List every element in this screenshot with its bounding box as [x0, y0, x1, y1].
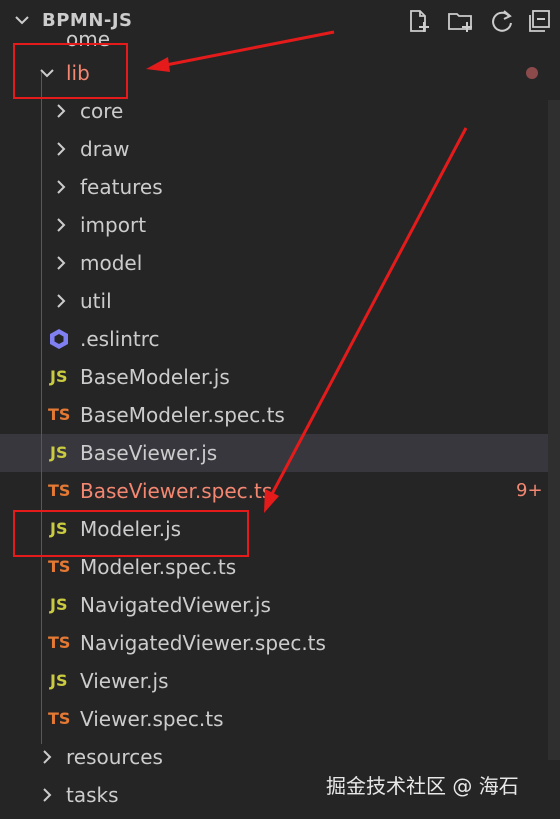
tree-file-baseviewer-spec-ts[interactable]: TS BaseViewer.spec.ts 9+ [0, 472, 560, 510]
tree-file-baseviewer-js[interactable]: JS BaseViewer.js [0, 434, 560, 472]
chevron-right-icon[interactable] [52, 140, 70, 158]
file-tree: ome lib core draw features import model … [0, 27, 560, 819]
tree-folder-util[interactable]: util [0, 282, 560, 320]
chevron-right-icon[interactable] [52, 216, 70, 234]
ts-file-icon: TS [48, 633, 71, 652]
new-file-icon[interactable] [404, 7, 432, 35]
tree-folder-import[interactable]: import [0, 206, 560, 244]
js-file-icon: JS [50, 367, 68, 386]
eslint-icon [50, 329, 68, 349]
problem-count-badge: 9+ [516, 480, 543, 501]
chevron-right-icon[interactable] [52, 178, 70, 196]
tree-file-eslintrc[interactable]: .eslintrc [0, 320, 560, 358]
js-file-icon: JS [50, 595, 68, 614]
tree-folder-model[interactable]: model [0, 244, 560, 282]
annotation-box-lib [13, 43, 128, 99]
chevron-right-icon[interactable] [38, 786, 56, 804]
refresh-icon[interactable] [488, 7, 516, 35]
tree-file-navigatedviewer-js[interactable]: JS NavigatedViewer.js [0, 586, 560, 624]
chevron-down-icon[interactable] [14, 12, 30, 28]
chevron-right-icon[interactable] [52, 292, 70, 310]
tree-folder-draw[interactable]: draw [0, 130, 560, 168]
chevron-right-icon[interactable] [52, 254, 70, 272]
tree-file-basemodeler-js[interactable]: JS BaseModeler.js [0, 358, 560, 396]
tree-file-navigatedviewer-spec-ts[interactable]: TS NavigatedViewer.spec.ts [0, 624, 560, 662]
tree-file-viewer-js[interactable]: JS Viewer.js [0, 662, 560, 700]
js-file-icon: JS [50, 671, 68, 690]
new-folder-icon[interactable] [446, 7, 474, 35]
chevron-right-icon[interactable] [52, 102, 70, 120]
scrollbar[interactable] [548, 100, 560, 760]
tree-file-viewer-spec-ts[interactable]: TS Viewer.spec.ts [0, 700, 560, 738]
ts-file-icon: TS [48, 405, 71, 424]
annotation-box-modeler [13, 510, 249, 557]
chevron-right-icon[interactable] [38, 748, 56, 766]
ts-file-icon: TS [48, 709, 71, 728]
modified-dot-icon [526, 67, 538, 79]
collapse-all-icon[interactable] [526, 7, 554, 35]
indent-guide [41, 72, 42, 744]
ts-file-icon: TS [48, 481, 71, 500]
tree-folder-features[interactable]: features [0, 168, 560, 206]
watermark: 掘金技术社区 @ 海石 [326, 774, 519, 798]
tree-file-basemodeler-spec-ts[interactable]: TS BaseModeler.spec.ts [0, 396, 560, 434]
js-file-icon: JS [50, 443, 68, 462]
